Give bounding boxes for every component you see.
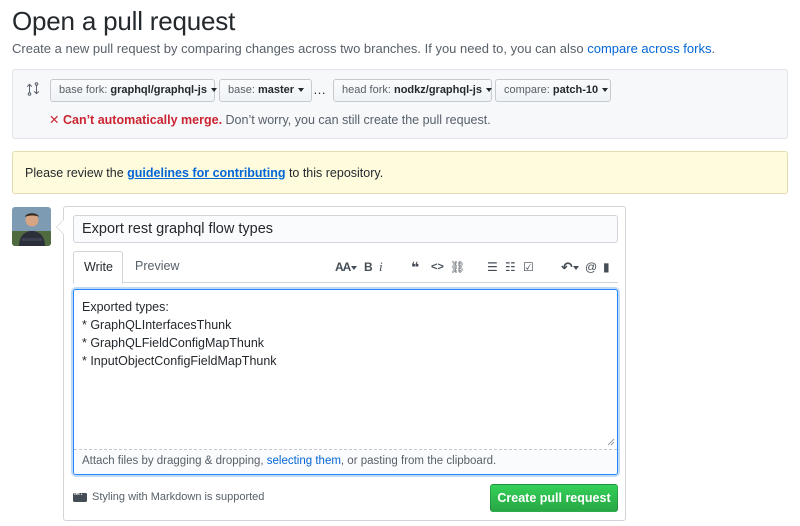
base-fork-label: base fork: <box>59 84 108 96</box>
base-branch-value: master <box>257 84 295 96</box>
mention-icon[interactable]: @ <box>585 259 597 275</box>
chevron-down-icon <box>210 88 217 93</box>
chevron-down-icon <box>485 88 492 93</box>
merge-status-bad: Can’t automatically merge. <box>62 113 223 127</box>
link-icon[interactable]: ⛓ <box>450 259 465 275</box>
compare-branch-select[interactable]: compare: patch-10 <box>495 79 611 102</box>
subtitle-text: Create a new pull request by comparing c… <box>12 41 588 56</box>
quote-icon[interactable]: ❝ <box>411 259 419 275</box>
editor-tabs: Write Preview AA B i ❝ <> ⛓ ☰ ☷ ☑ ↶ @ ▮ <box>73 251 618 284</box>
bold-icon[interactable]: B <box>364 259 373 275</box>
page-title: Open a pull request <box>12 6 236 36</box>
compare-across-forks-link[interactable]: compare across forks <box>587 41 711 56</box>
italic-icon[interactable]: i <box>379 259 383 275</box>
flash-suffix: to this repository. <box>285 166 384 180</box>
head-fork-value: nodkz/graphql-js <box>393 84 482 96</box>
attach-suffix: , or pasting from the clipboard. <box>340 455 497 467</box>
page-subtitle: Create a new pull request by comparing c… <box>12 41 715 56</box>
tab-preview[interactable]: Preview <box>125 251 189 284</box>
chevron-down-icon <box>298 88 305 93</box>
form-pointer <box>56 219 64 235</box>
base-fork-select[interactable]: base fork: graphql/graphql-js <box>50 79 217 102</box>
create-pull-request-button[interactable]: Create pull request <box>490 484 618 512</box>
base-branch-select[interactable]: base: master <box>219 79 312 102</box>
tab-write[interactable]: Write <box>73 251 123 284</box>
attach-prefix: Attach files by dragging & dropping, <box>82 455 267 467</box>
range-editor: base fork: graphql/graphql-js base: mast… <box>12 69 788 139</box>
markdown-icon <box>73 490 87 502</box>
ordered-list-icon[interactable]: ☷ <box>505 259 516 275</box>
reply-glyph: ↶ <box>561 259 573 275</box>
contributing-flash: Please review the guidelines for contrib… <box>12 151 788 194</box>
pull-request-form: Export rest graphql flow types Write Pre… <box>56 206 626 521</box>
resize-grip-icon[interactable] <box>607 438 615 446</box>
git-compare-icon <box>26 82 40 96</box>
unordered-list-icon[interactable]: ☰ <box>487 259 498 275</box>
reply-icon[interactable]: ↶ <box>561 259 579 275</box>
base-fork-value: graphql/graphql-js <box>110 84 207 96</box>
header-glyph: AA <box>335 260 351 274</box>
compare-branch-value: patch-10 <box>552 84 599 96</box>
pr-body-editor: Exported types: * GraphQLInterfacesThunk… <box>73 289 618 475</box>
code-icon[interactable]: <> <box>431 259 444 275</box>
avatar[interactable] <box>12 207 51 246</box>
markdown-note-text[interactable]: Styling with Markdown is supported <box>92 491 264 503</box>
flash-prefix: Please review the <box>25 166 128 180</box>
file-attach-bar[interactable]: Attach files by dragging & dropping, sel… <box>74 450 617 474</box>
merge-status: ✕ Can’t automatically merge. Don’t worry… <box>49 112 491 127</box>
markdown-note: Styling with Markdown is supported <box>73 490 264 503</box>
pr-title-input[interactable]: Export rest graphql flow types <box>73 215 618 243</box>
x-icon: ✕ <box>49 113 60 127</box>
task-list-icon[interactable]: ☑ <box>523 259 534 275</box>
merge-status-text: Don’t worry, you can still create the pu… <box>222 113 491 127</box>
bookmark-icon[interactable]: ▮ <box>603 259 610 275</box>
pr-body-textarea[interactable]: Exported types: * GraphQLInterfacesThunk… <box>74 290 617 450</box>
user-avatar-image <box>12 207 51 246</box>
base-branch-label: base: <box>228 84 255 96</box>
head-fork-select[interactable]: head fork: nodkz/graphql-js <box>333 79 492 102</box>
chevron-down-icon <box>572 266 579 271</box>
range-ellipsis: … <box>313 82 326 97</box>
contributing-guidelines-link[interactable]: guidelines for contributing <box>127 166 285 180</box>
select-files-link[interactable]: selecting them <box>267 455 341 467</box>
chevron-down-icon <box>351 265 358 270</box>
header-text-icon[interactable]: AA <box>335 259 358 275</box>
chevron-down-icon <box>602 88 609 93</box>
subtitle-suffix: . <box>711 41 716 56</box>
head-fork-label: head fork: <box>342 84 391 96</box>
compare-branch-label: compare: <box>504 84 550 96</box>
